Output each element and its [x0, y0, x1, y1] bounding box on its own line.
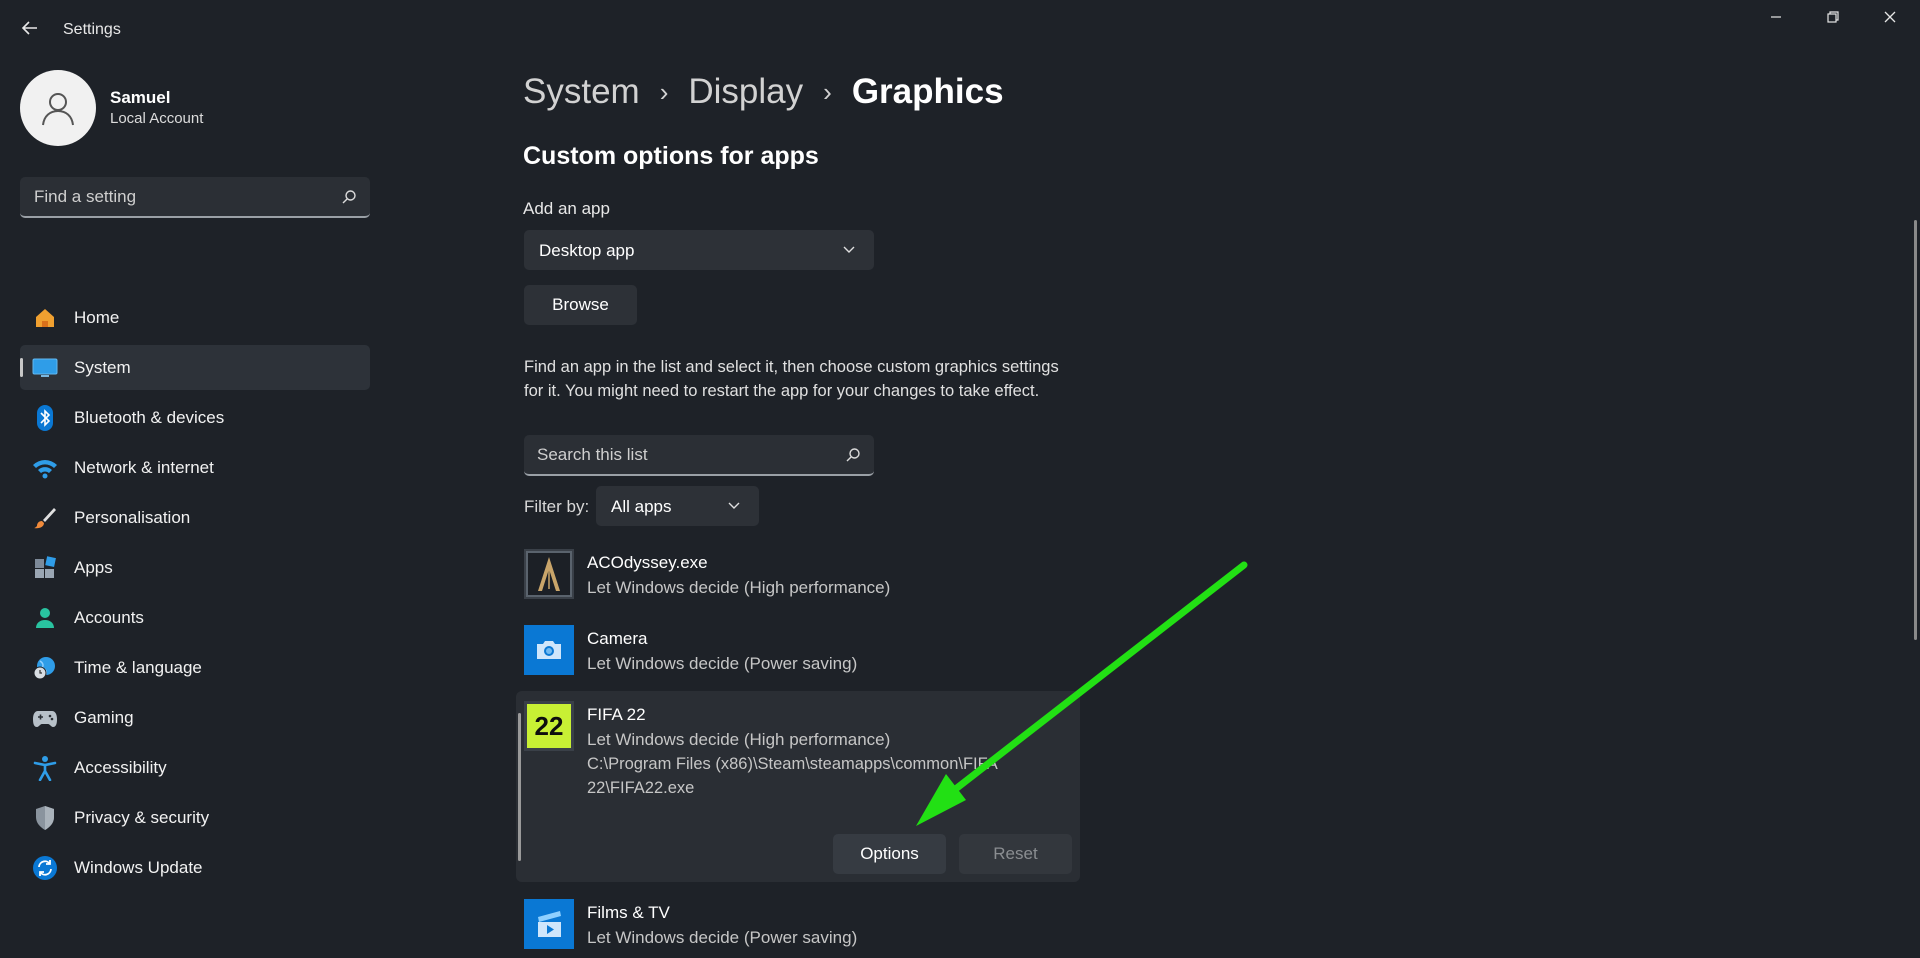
- app-list-item-camera[interactable]: Camera Let Windows decide (Power saving): [516, 622, 1080, 678]
- title-bar: Settings: [0, 0, 1920, 60]
- restore-button[interactable]: [1811, 8, 1855, 32]
- sidebar-item-privacy[interactable]: Privacy & security: [20, 795, 370, 840]
- shield-icon: [32, 805, 58, 831]
- user-profile[interactable]: Samuel Local Account: [20, 70, 380, 146]
- chevron-right-icon: ›: [659, 76, 669, 107]
- app-list-item-fifa22[interactable]: 22 FIFA 22 Let Windows decide (High perf…: [516, 698, 1080, 808]
- search-icon[interactable]: [844, 446, 862, 464]
- app-name: Films & TV: [587, 903, 670, 922]
- filter-label: Filter by:: [524, 497, 590, 516]
- app-name: FIFA 22: [587, 705, 646, 724]
- accessibility-icon: [32, 755, 58, 781]
- avatar: [20, 70, 96, 146]
- app-setting: Let Windows decide (High performance): [587, 578, 891, 597]
- sidebar-item-time-language[interactable]: Time & language: [20, 645, 370, 690]
- reset-button[interactable]: Reset: [959, 834, 1072, 874]
- minimize-button[interactable]: [1754, 8, 1798, 32]
- apps-icon: [32, 555, 58, 581]
- sidebar-item-personalisation[interactable]: Personalisation: [20, 495, 370, 540]
- system-icon: [32, 355, 58, 381]
- app-name: Camera: [587, 629, 648, 648]
- globe-clock-icon: [32, 655, 58, 681]
- user-avatar-icon: [42, 93, 74, 126]
- films-tv-icon: [524, 899, 574, 949]
- sidebar-item-gaming[interactable]: Gaming: [20, 695, 370, 740]
- app-setting: Let Windows decide (Power saving): [587, 654, 858, 673]
- sidebar-item-apps[interactable]: Apps: [20, 545, 370, 590]
- page-title: Graphics: [851, 72, 1004, 111]
- profile-name: Samuel: [110, 88, 171, 107]
- close-button[interactable]: [1868, 8, 1912, 32]
- search-icon[interactable]: [340, 188, 358, 206]
- browse-button[interactable]: Browse: [524, 285, 637, 325]
- find-setting-input[interactable]: [34, 186, 334, 208]
- sidebar-item-accounts[interactable]: Accounts: [20, 595, 370, 640]
- breadcrumb-display[interactable]: Display: [688, 72, 803, 112]
- breadcrumb: System › Display › Graphics: [523, 72, 1004, 112]
- profile-account-type: Local Account: [110, 110, 204, 127]
- app-type-dropdown[interactable]: Desktop app: [524, 230, 874, 270]
- filter-value: All apps: [611, 497, 672, 516]
- app-name: ACOdyssey.exe: [587, 553, 708, 572]
- accounts-icon: [32, 605, 58, 631]
- sidebar-item-system[interactable]: System: [20, 345, 370, 390]
- find-setting-search[interactable]: [20, 177, 370, 218]
- update-icon: [32, 855, 58, 881]
- search-list-input[interactable]: [537, 444, 837, 466]
- instructions-text: Find an app in the list and select it, t…: [524, 358, 1059, 400]
- sidebar-item-windows-update[interactable]: Windows Update: [20, 845, 370, 890]
- home-icon: [32, 305, 58, 331]
- window-title: Settings: [63, 21, 121, 38]
- wifi-icon: [32, 455, 58, 481]
- ac-odyssey-icon: [524, 549, 574, 599]
- search-list-box[interactable]: [524, 435, 874, 476]
- add-app-label: Add an app: [523, 199, 610, 218]
- sidebar-item-network[interactable]: Network & internet: [20, 445, 370, 490]
- options-button[interactable]: Options: [833, 834, 946, 874]
- brush-icon: [32, 505, 58, 531]
- active-indicator: [20, 358, 23, 377]
- sidebar-nav: Home System Bluetooth & devices Network …: [20, 295, 370, 895]
- app-setting: Let Windows decide (Power saving): [587, 928, 858, 947]
- app-setting: Let Windows decide (High performance): [587, 730, 891, 749]
- section-title: Custom options for apps: [523, 142, 819, 170]
- breadcrumb-system[interactable]: System: [523, 72, 640, 112]
- app-type-value: Desktop app: [539, 241, 635, 260]
- fifa-22-icon: 22: [524, 701, 574, 751]
- app-path: C:\Program Files (x86)\Steam\steamapps\c…: [587, 755, 997, 797]
- app-list-item-acodyssey[interactable]: ACOdyssey.exe Let Windows decide (High p…: [516, 546, 1080, 602]
- back-arrow-icon[interactable]: [18, 18, 42, 42]
- chevron-down-icon: [728, 502, 740, 509]
- camera-icon: [524, 625, 574, 675]
- sidebar-item-bluetooth[interactable]: Bluetooth & devices: [20, 395, 370, 440]
- sidebar-item-accessibility[interactable]: Accessibility: [20, 745, 370, 790]
- filter-dropdown[interactable]: All apps: [596, 486, 759, 526]
- chevron-right-icon: ›: [823, 76, 832, 107]
- page-scrollbar[interactable]: [1914, 220, 1917, 640]
- app-list-item-films-tv[interactable]: Films & TV Let Windows decide (Power sav…: [516, 896, 1080, 952]
- gamepad-icon: [32, 705, 58, 731]
- sidebar-item-home[interactable]: Home: [20, 295, 370, 340]
- bluetooth-icon: [32, 404, 58, 431]
- chevron-down-icon: [843, 246, 855, 253]
